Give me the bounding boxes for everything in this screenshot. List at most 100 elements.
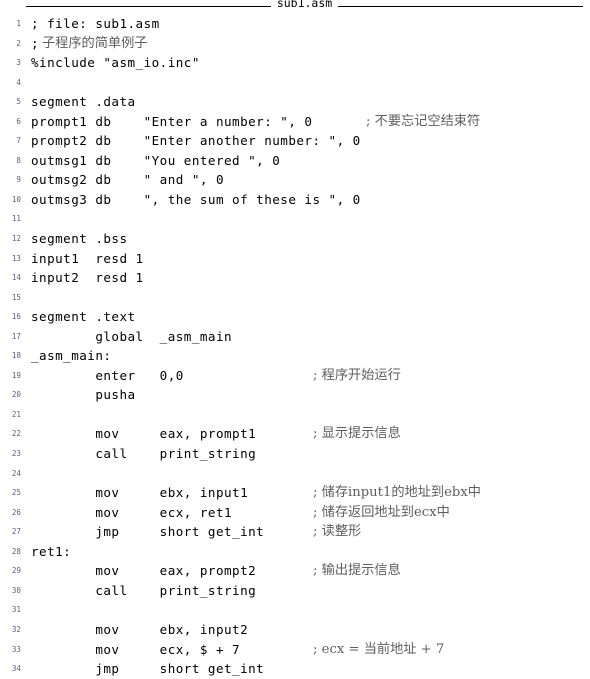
- code-text: pusha: [31, 387, 136, 403]
- line-number: 1: [16, 19, 21, 28]
- line-number: 8: [16, 155, 21, 165]
- line-number: 22: [11, 429, 21, 439]
- line-number: 21: [11, 409, 21, 419]
- code-line: 19 enter 0,0 ; 程序开始运行: [0, 366, 590, 386]
- code-text: call print_string: [31, 582, 257, 598]
- code-line: 30 call print_string: [0, 581, 590, 601]
- line-number: 14: [11, 273, 21, 283]
- line-number: 33: [11, 644, 21, 654]
- line-number: 15: [11, 292, 21, 302]
- caption-rule-right: [338, 5, 584, 8]
- code-line: 2; 子程序的简单例子: [0, 34, 590, 54]
- code-line: 15: [0, 288, 590, 308]
- code-text: segment .data: [31, 94, 136, 110]
- code-line: 28 ret1:: [0, 542, 590, 562]
- code-line: 26 mov ecx, ret1 ; 储存返回地址到ecx中: [0, 503, 590, 523]
- code-line: 33 mov ecx, $ + 7 ; ecx = 当前地址 + 7: [0, 640, 590, 660]
- code-comment: ; 输出提示信息: [313, 563, 401, 579]
- code-text: mov ecx, ret1: [31, 504, 233, 520]
- line-number: 5: [16, 97, 21, 107]
- line-number: 34: [11, 664, 21, 674]
- code-line: 5 segment .data: [0, 92, 590, 112]
- code-comment: ; 储存input1的地址到ebx中: [313, 485, 481, 501]
- code-line: 11: [0, 209, 590, 229]
- line-number: 2: [16, 38, 21, 48]
- code-text: outmsg3 db ", the sum of these is ", 0: [31, 191, 361, 207]
- listing-caption: sub1.asm: [276, 0, 333, 10]
- code-text: %include "asm_io.inc": [31, 55, 200, 71]
- code-line: 14 input2 resd 1: [0, 268, 590, 288]
- line-number: 17: [11, 331, 21, 341]
- code-comment: ; 程序开始运行: [313, 367, 401, 383]
- line-number: 23: [11, 449, 21, 459]
- code-line: 17 global _asm_main: [0, 327, 590, 347]
- line-number: 27: [11, 527, 21, 537]
- code-line: 31: [0, 600, 590, 620]
- line-number: 4: [16, 77, 21, 87]
- code-comment: ; 读整形: [313, 524, 362, 540]
- code-line: 9 outmsg2 db " and ", 0: [0, 170, 590, 190]
- code-comment: ; 不要忘记空结束符: [366, 113, 481, 129]
- code-line: 1 ; file: sub1.asm: [0, 14, 590, 34]
- code-line: 32 mov ebx, input2: [0, 620, 590, 640]
- line-number: 7: [16, 136, 21, 146]
- code-line: 22 mov eax, prompt1 ; 显示提示信息: [0, 424, 590, 444]
- line-number: 24: [11, 468, 21, 478]
- code-text: ; file: sub1.asm: [31, 16, 160, 31]
- code-text: prompt1 db "Enter a number: ", 0: [31, 113, 313, 129]
- code-text: global _asm_main: [31, 328, 233, 344]
- code-line: 4: [0, 73, 590, 93]
- code-line: 23 call print_string: [0, 444, 590, 464]
- line-number: 32: [11, 624, 21, 634]
- code-text: segment .text: [31, 309, 136, 325]
- code-text: segment .bss: [31, 231, 128, 247]
- code-comment: ; 储存返回地址到ecx中: [313, 504, 450, 520]
- code-line: 3 %include "asm_io.inc": [0, 53, 590, 73]
- code-text: outmsg2 db " and ", 0: [31, 172, 225, 188]
- line-number: 6: [16, 116, 21, 126]
- code-text: mov ebx, input1: [31, 485, 249, 501]
- code-text: mov ebx, input2: [31, 621, 249, 637]
- line-number: 11: [11, 214, 21, 224]
- code-text: input2 resd 1: [31, 270, 144, 286]
- code-line: 12 segment .bss: [0, 229, 590, 249]
- line-number: 12: [11, 234, 21, 244]
- code-line: 34 jmp short get_int: [0, 659, 590, 679]
- code-text: ret1:: [31, 543, 72, 559]
- code-line: 27 jmp short get_int ; 读整形: [0, 522, 590, 542]
- code-line: 6 prompt1 db "Enter a number: ", 0 ; 不要忘记空…: [0, 112, 590, 132]
- code-text: mov eax, prompt1: [31, 426, 257, 442]
- line-number: 25: [11, 488, 21, 498]
- listing-caption-rule: sub1.asm: [26, 0, 584, 13]
- caption-rule-left: [26, 5, 271, 8]
- code-line: 10 outmsg3 db ", the sum of these is ", 0: [0, 190, 590, 210]
- code-comment: ; ecx = 当前地址 + 7: [313, 641, 445, 657]
- code-comment: ; 显示提示信息: [313, 426, 401, 442]
- line-number: 29: [11, 566, 21, 576]
- line-number: 3: [16, 58, 21, 68]
- code-text: mov eax, prompt2: [31, 563, 257, 579]
- line-number: 13: [11, 253, 21, 263]
- code-text: outmsg1 db "You entered ", 0: [31, 152, 281, 168]
- code-text: mov ecx, $ + 7: [31, 641, 241, 657]
- line-number: 28: [11, 546, 21, 556]
- line-number: 19: [11, 370, 21, 380]
- code-line: 7 prompt2 db "Enter another number: ", 0: [0, 131, 590, 151]
- code-line: 29 mov eax, prompt2 ; 输出提示信息: [0, 561, 590, 581]
- code-line: 24: [0, 464, 590, 484]
- code-line: 18 _asm_main:: [0, 346, 590, 366]
- line-number: 30: [11, 585, 21, 595]
- code-text: call print_string: [31, 446, 257, 462]
- line-number: 31: [11, 605, 21, 615]
- line-number: 16: [11, 312, 21, 322]
- code-text: _asm_main:: [31, 348, 112, 364]
- code-line: 21: [0, 405, 590, 425]
- line-number: 26: [11, 507, 21, 517]
- code-line: 16 segment .text: [0, 307, 590, 327]
- line-number: 9: [16, 175, 21, 185]
- line-number: 20: [11, 390, 21, 400]
- code-line: 13 input1 resd 1: [0, 249, 590, 269]
- code-text: prompt2 db "Enter another number: ", 0: [31, 133, 361, 149]
- code-line: 25 mov ebx, input1 ; 储存input1的地址到ebx中: [0, 483, 590, 503]
- line-number: 18: [11, 351, 21, 361]
